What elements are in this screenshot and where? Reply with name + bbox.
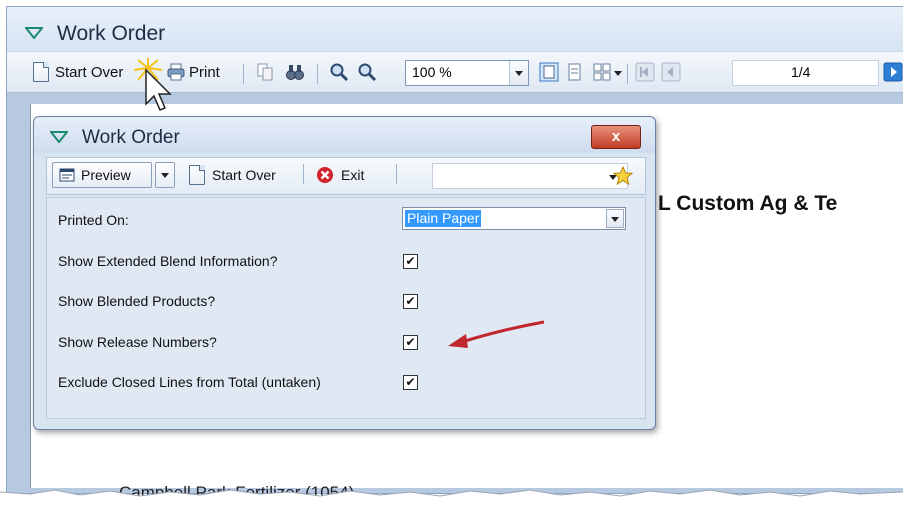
start-over-label: Start Over	[212, 167, 276, 183]
close-button[interactable]: x	[591, 125, 641, 149]
chevron-down-icon[interactable]	[614, 71, 622, 76]
start-over-button[interactable]: Start Over	[182, 162, 297, 188]
printed-on-select[interactable]: Plain Paper	[402, 207, 626, 230]
app-logo-icon	[25, 27, 43, 39]
printed-on-value: Plain Paper	[405, 210, 482, 227]
app-logo-icon	[50, 131, 68, 143]
show-blended-products-label: Show Blended Products?	[58, 293, 216, 309]
layout-select[interactable]	[432, 163, 628, 189]
main-titlebar: Work Order	[7, 7, 903, 51]
close-icon: x	[611, 128, 621, 145]
dialog-title: Work Order	[82, 127, 180, 148]
chevron-down-icon	[611, 217, 619, 222]
copy-icon[interactable]	[255, 62, 275, 82]
page-indicator: 1/4	[732, 60, 879, 86]
continuous-page-icon[interactable]	[565, 62, 585, 82]
preview-button[interactable]: Preview	[52, 162, 152, 188]
exit-button[interactable]: Exit	[309, 162, 389, 188]
exit-label: Exit	[341, 167, 365, 183]
start-over-button[interactable]: Start Over	[33, 60, 123, 84]
main-window-title: Work Order	[57, 22, 166, 45]
single-page-icon[interactable]	[539, 62, 559, 82]
page-indicator-text: 1/4	[791, 64, 811, 80]
report-heading: L Custom Ag & Te	[658, 192, 838, 215]
annotation-arrow-icon	[448, 320, 545, 348]
star-icon[interactable]	[613, 166, 633, 186]
mouse-cursor-icon	[133, 58, 172, 111]
show-release-numbers-label: Show Release Numbers?	[58, 334, 217, 350]
torn-edge	[0, 489, 903, 506]
document-icon	[33, 62, 49, 82]
toolbar-divider	[317, 64, 318, 84]
toolbar-divider	[243, 64, 244, 84]
previous-page-icon[interactable]	[661, 62, 681, 82]
work-order-dialog: Work Order x Preview Start Over Exit Pri…	[33, 116, 656, 430]
zoom-select[interactable]: 100 %	[405, 60, 529, 86]
show-blended-products-checkbox[interactable]: ✔	[403, 294, 418, 309]
binoculars-icon[interactable]	[285, 62, 305, 82]
chevron-down-icon[interactable]	[509, 61, 528, 85]
show-extended-blend-label: Show Extended Blend Information?	[58, 253, 278, 269]
printed-on-dropdown-button[interactable]	[606, 209, 624, 228]
preview-label: Preview	[81, 167, 131, 183]
first-page-icon[interactable]	[635, 62, 655, 82]
next-page-icon[interactable]	[883, 62, 903, 82]
dialog-titlebar[interactable]: Work Order x	[34, 117, 655, 153]
exclude-closed-lines-checkbox[interactable]: ✔	[403, 375, 418, 390]
document-icon	[189, 165, 205, 185]
zoom-out-icon[interactable]	[357, 62, 377, 82]
options-panel: Printed On: Plain Paper Show Extended Bl…	[46, 197, 646, 419]
zoom-in-icon[interactable]	[329, 62, 349, 82]
show-extended-blend-checkbox[interactable]: ✔	[403, 254, 418, 269]
exit-icon	[317, 167, 333, 183]
multi-page-icon[interactable]	[592, 62, 612, 82]
preview-icon	[59, 168, 75, 182]
exclude-closed-lines-label: Exclude Closed Lines from Total (untaken…	[58, 374, 321, 390]
toolbar-divider	[396, 164, 397, 184]
chevron-down-icon	[161, 172, 169, 178]
show-release-numbers-checkbox[interactable]: ✔	[403, 335, 418, 350]
zoom-value: 100 %	[412, 64, 452, 80]
toolbar-divider	[303, 164, 304, 184]
print-label: Print	[189, 63, 220, 81]
dialog-toolbar: Preview Start Over Exit	[46, 157, 646, 195]
start-over-label: Start Over	[55, 63, 124, 81]
toolbar-divider	[627, 64, 628, 84]
preview-dropdown-button[interactable]	[155, 162, 175, 188]
printed-on-label: Printed On:	[58, 212, 129, 228]
